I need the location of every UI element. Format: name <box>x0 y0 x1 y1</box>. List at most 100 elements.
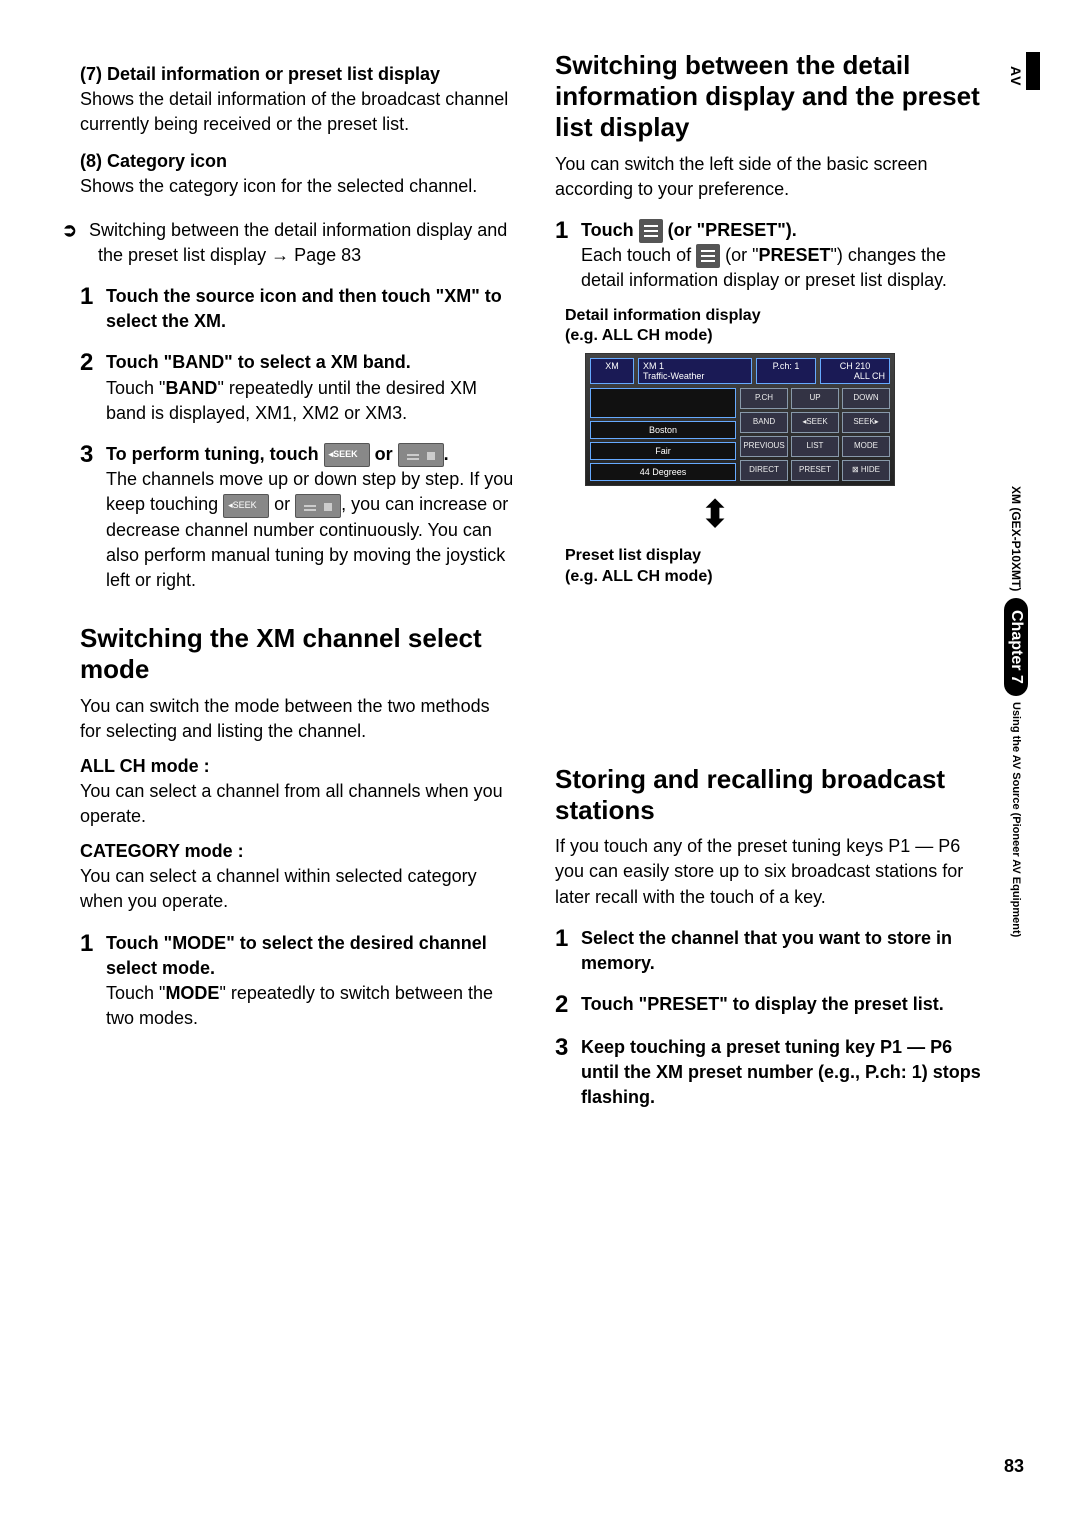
seek-back-icon <box>223 494 269 518</box>
item7-body: Shows the detail information of the broa… <box>80 87 515 137</box>
ss-map-area <box>590 388 736 418</box>
allch-heading: ALL CH mode : <box>80 756 515 777</box>
store-step1-lead: Select the channel that you want to stor… <box>581 928 952 973</box>
step-number: 2 <box>555 992 581 1018</box>
allch-body: You can select a channel from all channe… <box>80 779 515 829</box>
ss-allch-label: ALL CH <box>854 371 885 381</box>
step3-lead: To perform tuning, touch or . <box>106 444 449 464</box>
list-icon <box>639 219 663 243</box>
section-switching-mode-intro: You can switch the mode between the two … <box>80 694 515 744</box>
step-2: 2 Touch "BAND" to select a XM band. Touc… <box>80 350 515 426</box>
left-column: (7) Detail information or preset list di… <box>80 50 515 1116</box>
caption1-line1: Detail information display <box>565 307 761 324</box>
mode-step1-mode: MODE <box>165 983 219 1003</box>
page-number: 83 <box>1004 1456 1024 1477</box>
seek-back-icon <box>324 443 370 467</box>
step2-body-a: Touch " <box>106 378 165 398</box>
store-step3-lead: Keep touching a preset tuning key P1 — P… <box>581 1037 981 1107</box>
caption-detail-display: Detail information display (e.g. ALL CH … <box>565 306 990 348</box>
display-step1-lead-a: Touch <box>581 220 639 240</box>
ss-button: P.CH <box>740 388 788 409</box>
step-number: 3 <box>80 442 106 593</box>
mode-step1-body-a: Touch " <box>106 983 165 1003</box>
ss-button: PREVIOUS <box>740 436 788 457</box>
step-number: 2 <box>80 350 106 426</box>
store-step2-lead: Touch "PRESET" to display the preset lis… <box>581 994 944 1014</box>
step3-lead-b: or <box>370 444 398 464</box>
step3-lead-a: To perform tuning, touch <box>106 444 324 464</box>
display-step1-body-b: (or " <box>720 245 758 265</box>
ss-xm-icon: XM <box>590 358 634 384</box>
section-storing-title: Storing and recalling broadcast stations <box>555 764 990 826</box>
display-step1-preset: PRESET <box>758 245 830 265</box>
caption-preset-display: Preset list display (e.g. ALL CH mode) <box>565 546 990 588</box>
step2-lead: Touch "BAND" to select a XM band. <box>106 352 411 372</box>
caption2-line2: (e.g. ALL CH mode) <box>565 568 713 585</box>
display-step1-body-a: Each touch of <box>581 245 696 265</box>
ss-button: SEEK▸ <box>842 412 890 433</box>
ss-xm1: XM 1 Traffic-Weather <box>638 358 752 384</box>
store-step-3: 3 Keep touching a preset tuning key P1 —… <box>555 1035 990 1111</box>
step-number: 1 <box>80 284 106 334</box>
category-heading: CATEGORY mode : <box>80 841 515 862</box>
ss-button-grid: P.CHUPDOWN BAND◂SEEKSEEK▸ PREVIOUSLISTMODE… <box>740 388 890 481</box>
side-using-label: Using the AV Source (Pioneer AV Equipmen… <box>1010 702 1022 937</box>
display-step1-lead-b: (or "PRESET"). <box>663 220 797 240</box>
ss-pch: P.ch: 1 <box>756 358 816 384</box>
ss-button: ⊠ HIDE <box>842 460 890 481</box>
step-1: 1 Touch the source icon and then touch "… <box>80 284 515 334</box>
detail-display-screenshot: XM XM 1 Traffic-Weather P.ch: 1 CH 210 A… <box>585 353 895 486</box>
side-chapter-pill: Chapter 7 <box>1004 598 1028 696</box>
caption2-line1: Preset list display <box>565 547 701 564</box>
ss-button: LIST <box>791 436 839 457</box>
section-switching-display-title: Switching between the detail information… <box>555 50 990 144</box>
ss-button: UP <box>791 388 839 409</box>
list-icon <box>696 244 720 268</box>
ss-info-degrees: 44 Degrees <box>590 463 736 481</box>
step2-band: BAND <box>165 378 217 398</box>
store-step-2: 2 Touch "PRESET" to display the preset l… <box>555 992 990 1018</box>
store-step-1: 1 Select the channel that you want to st… <box>555 926 990 976</box>
right-column: Switching between the detail information… <box>555 50 990 1116</box>
seek-forward-icon <box>295 494 341 518</box>
ss-button: DOWN <box>842 388 890 409</box>
ss-traffic-label: Traffic-Weather <box>643 371 704 381</box>
ss-button: DIRECT <box>740 460 788 481</box>
ss-button: PRESET <box>791 460 839 481</box>
ss-button: MODE <box>842 436 890 457</box>
ss-xm1-label: XM 1 <box>643 361 664 371</box>
step1-lead: Touch the source icon and then touch "XM… <box>106 286 502 331</box>
xref-arrow-icon: → <box>271 245 289 265</box>
xref-page: Page 83 <box>289 245 361 265</box>
step-3: 3 To perform tuning, touch or . The chan… <box>80 442 515 593</box>
cross-reference: ➲ Switching between the detail informati… <box>98 218 515 268</box>
section-switching-mode-title: Switching the XM channel select mode <box>80 623 515 685</box>
step3-body-b: or <box>269 494 295 514</box>
display-step1-lead: Touch (or "PRESET"). <box>581 220 797 240</box>
step-number: 1 <box>555 218 581 294</box>
ss-button: BAND <box>740 412 788 433</box>
mode-step1-lead: Touch "MODE" to select the desired chann… <box>106 933 487 978</box>
step3-lead-c: . <box>444 444 449 464</box>
side-rail: AV XM (GEX-P10XMT) Chapter 7 Using the A… <box>1004 54 1028 1384</box>
updown-arrow-icon: ⬍ <box>695 496 735 534</box>
preset-display-screenshot <box>585 594 990 734</box>
ss-info-fair: Fair <box>590 442 736 460</box>
ss-ch: CH 210 ALL CH <box>820 358 890 384</box>
header-black-tab <box>1026 52 1040 90</box>
caption1-line2: (e.g. ALL CH mode) <box>565 327 713 344</box>
seek-forward-icon <box>398 443 444 467</box>
category-body: You can select a channel within selected… <box>80 864 515 914</box>
display-step-1: 1 Touch (or "PRESET"). Each touch of (or… <box>555 218 990 294</box>
mode-step-1: 1 Touch "MODE" to select the desired cha… <box>80 931 515 1032</box>
side-av-label: AV <box>1008 66 1024 86</box>
item8-heading: (8) Category icon <box>80 151 515 172</box>
step-number: 1 <box>80 931 106 1032</box>
ss-ch-label: CH 210 <box>840 361 871 371</box>
ss-info-boston: Boston <box>590 421 736 439</box>
section-switching-display-intro: You can switch the left side of the basi… <box>555 152 990 202</box>
step-number: 3 <box>555 1035 581 1111</box>
side-xm-label: XM (GEX-P10XMT) <box>1009 486 1023 591</box>
ss-button: ◂SEEK <box>791 412 839 433</box>
item7-heading: (7) Detail information or preset list di… <box>80 64 515 85</box>
